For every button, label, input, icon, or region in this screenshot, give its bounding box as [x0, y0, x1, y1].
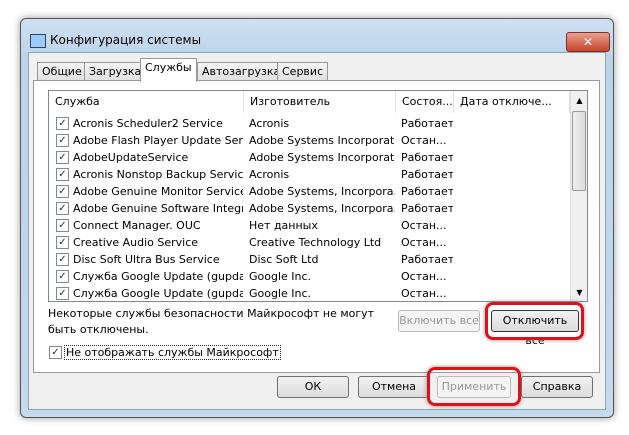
- status: Работает: [401, 202, 453, 215]
- scroll-up-icon[interactable]: ▲: [571, 96, 587, 105]
- tab-general[interactable]: Общие: [37, 62, 87, 81]
- manufacturer: Нет данных: [249, 219, 318, 232]
- column-header-service[interactable]: Служба: [49, 91, 244, 113]
- service-name: Adobe Flash Player Update Service: [73, 134, 243, 147]
- service-checkbox[interactable]: ✓: [56, 168, 69, 181]
- table-row[interactable]: ✓ Служба Google Update (gupdate) Google …: [49, 268, 569, 285]
- service-name: Служба Google Update (gupdate): [73, 270, 243, 283]
- column-header-date-disabled[interactable]: Дата отключе...: [454, 91, 570, 113]
- status: Работает: [401, 253, 453, 266]
- table-row[interactable]: ✓ Adobe Flash Player Update Service Adob…: [49, 132, 569, 149]
- service-name: Disc Soft Ultra Bus Service: [73, 253, 220, 266]
- table-row[interactable]: ✓ Служба Google Update (gupdatem) Google…: [49, 285, 569, 301]
- table-row[interactable]: ✓ Creative Audio Service Creative Techno…: [49, 234, 569, 251]
- status: Работает: [401, 151, 453, 164]
- service-checkbox[interactable]: ✓: [56, 151, 69, 164]
- table-row[interactable]: ✓ Adobe Genuine Software Integri... Adob…: [49, 200, 569, 217]
- status: Остан...: [401, 270, 447, 283]
- column-header-status[interactable]: Состоя...: [396, 91, 454, 113]
- tab-tools[interactable]: Сервис: [277, 62, 329, 81]
- highlight-apply: [427, 367, 521, 406]
- service-name: Служба Google Update (gupdatem): [73, 287, 243, 300]
- scrollbar-thumb[interactable]: [572, 111, 586, 191]
- title-text: Конфигурация системы: [50, 33, 202, 47]
- window-title: Конфигурация системы: [30, 33, 201, 47]
- manufacturer: Adobe Systems Incorporated: [249, 134, 395, 147]
- service-checkbox[interactable]: ✓: [56, 236, 69, 249]
- manufacturer: Creative Technology Ltd: [249, 236, 382, 249]
- manufacturer: Acronis: [249, 117, 290, 130]
- service-name: Connect Manager. OUC: [73, 219, 201, 232]
- status: Работает: [401, 117, 453, 130]
- ok-button[interactable]: ОК: [277, 376, 349, 398]
- service-name: Acronis Nonstop Backup Service: [73, 168, 243, 181]
- highlight-disable-all: [485, 302, 584, 340]
- manufacturer: Google Inc.: [249, 270, 312, 283]
- status: Работает: [401, 168, 453, 181]
- tab-services[interactable]: Службы: [140, 58, 197, 82]
- service-checkbox[interactable]: ✓: [56, 270, 69, 283]
- service-name: Adobe Genuine Monitor Service: [73, 185, 243, 198]
- status: Работает: [401, 185, 453, 198]
- service-checkbox[interactable]: ✓: [56, 134, 69, 147]
- services-list[interactable]: Служба Изготовитель Состоя... Дата отклю…: [48, 90, 588, 302]
- manufacturer: Adobe Systems, Incorpora...: [249, 202, 395, 215]
- table-row[interactable]: ✓ Connect Manager. OUC Нет данных Остан.…: [49, 217, 569, 234]
- hide-microsoft-checkbox[interactable]: ✓: [49, 346, 62, 359]
- service-name: AdobeUpdateService: [73, 151, 189, 164]
- service-name: Adobe Genuine Software Integri...: [73, 202, 243, 215]
- service-checkbox[interactable]: ✓: [56, 253, 69, 266]
- enable-all-button[interactable]: Включить все: [398, 310, 480, 332]
- status: Остан...: [401, 236, 447, 249]
- hide-microsoft-label[interactable]: Не отображать службы Майкрософт: [64, 345, 281, 360]
- service-name: Acronis Scheduler2 Service: [73, 117, 223, 130]
- close-button[interactable]: ✕: [566, 32, 610, 52]
- tab-boot[interactable]: Загрузка: [84, 62, 147, 81]
- status: Остан...: [401, 287, 447, 300]
- manufacturer: Disc Soft Ltd: [249, 253, 319, 266]
- service-name: Creative Audio Service: [73, 236, 199, 249]
- service-checkbox[interactable]: ✓: [56, 117, 69, 130]
- security-note: Некоторые службы безопасности Майкрософт…: [48, 307, 375, 336]
- manufacturer: Adobe Systems Incorporated: [249, 151, 395, 164]
- table-row[interactable]: ✓ Acronis Scheduler2 Service Acronis Раб…: [49, 115, 569, 132]
- service-checkbox[interactable]: ✓: [56, 202, 69, 215]
- service-checkbox[interactable]: ✓: [56, 219, 69, 232]
- manufacturer: Acronis: [249, 168, 290, 181]
- help-button[interactable]: Справка: [521, 376, 593, 398]
- status: Остан...: [401, 134, 447, 147]
- service-checkbox[interactable]: ✓: [56, 287, 69, 300]
- table-row[interactable]: ✓ Disc Soft Ultra Bus Service Disc Soft …: [49, 251, 569, 268]
- cancel-button[interactable]: Отмена: [358, 376, 430, 398]
- table-row[interactable]: ✓ AdobeUpdateService Adobe Systems Incor…: [49, 149, 569, 166]
- status: Остан...: [401, 219, 447, 232]
- manufacturer: Adobe Systems, Incorpora...: [249, 185, 395, 198]
- tab-startup[interactable]: Автозагрузка: [197, 62, 286, 81]
- column-header-manufacturer[interactable]: Изготовитель: [244, 91, 396, 113]
- service-checkbox[interactable]: ✓: [56, 185, 69, 198]
- scroll-down-icon[interactable]: ▼: [571, 288, 587, 297]
- manufacturer: Google Inc.: [249, 287, 312, 300]
- table-row[interactable]: ✓ Acronis Nonstop Backup Service Acronis…: [49, 166, 569, 183]
- table-row[interactable]: ✓ Adobe Genuine Monitor Service Adobe Sy…: [49, 183, 569, 200]
